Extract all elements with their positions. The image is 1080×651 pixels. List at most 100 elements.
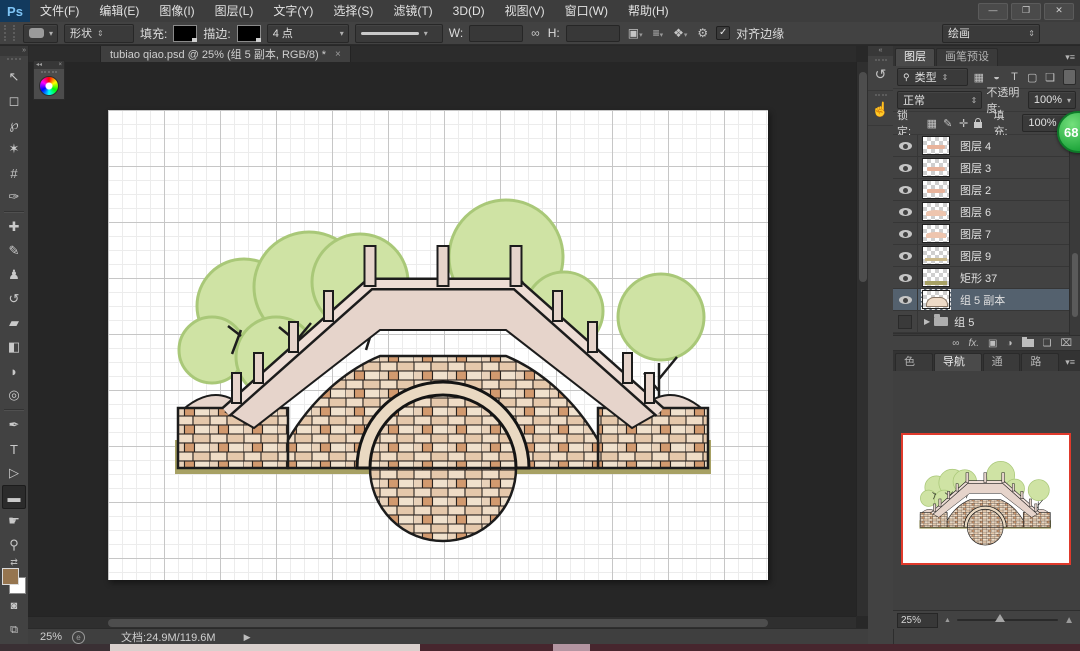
tab-brush-presets[interactable]: 画笔预设 xyxy=(936,48,998,66)
layer-name[interactable]: 图层 6 xyxy=(960,204,991,220)
layer-name[interactable]: 图层 7 xyxy=(960,226,991,242)
link-layers-icon[interactable]: ∞ xyxy=(952,338,959,349)
hand-panel-button[interactable]: ☝ xyxy=(868,91,893,126)
layer-style-icon[interactable]: fx. xyxy=(968,338,979,349)
layer-thumbnail[interactable] xyxy=(922,136,950,155)
eraser-tool[interactable]: ▰ xyxy=(2,311,26,335)
layer-thumbnail[interactable] xyxy=(922,180,950,199)
panel-collapse-icon[interactable]: ◂◂ xyxy=(36,61,42,69)
visibility-toggle[interactable] xyxy=(893,245,918,266)
layer-row[interactable]: 图层 6 xyxy=(893,201,1080,223)
rectangle-tool[interactable]: ▬ xyxy=(2,485,26,509)
zoom-tool[interactable]: ⚲ xyxy=(2,533,26,557)
minimize-button[interactable]: — xyxy=(978,3,1008,20)
history-brush-tool[interactable]: ↺ xyxy=(2,287,26,311)
menu-window[interactable]: 窗口(W) xyxy=(555,0,618,22)
width-input[interactable] xyxy=(469,25,523,42)
type-tool[interactable]: T xyxy=(2,437,26,461)
layer-thumbnail[interactable] xyxy=(922,268,950,287)
layer-name[interactable]: 图层 9 xyxy=(960,248,991,264)
dock-collapse-button[interactable]: « xyxy=(868,46,893,56)
layer-thumbnail[interactable] xyxy=(922,158,950,177)
layer-row[interactable]: 图层 7 xyxy=(893,223,1080,245)
layers-scrollbar[interactable] xyxy=(1069,135,1080,335)
visibility-toggle[interactable] xyxy=(893,157,918,178)
path-arrangement-button[interactable]: ❖▾ xyxy=(671,26,689,40)
layer-name[interactable]: 组 5 xyxy=(954,314,974,330)
align-edges-checkbox[interactable]: ✓ xyxy=(716,26,730,40)
layer-name[interactable]: 图层 4 xyxy=(960,138,991,154)
layer-name[interactable]: 组 5 副本 xyxy=(960,292,1005,308)
zoom-slider-handle[interactable] xyxy=(995,614,1005,622)
layer-thumbnail[interactable] xyxy=(922,246,950,265)
filter-smart-object-icon[interactable]: ❏ xyxy=(1043,71,1057,84)
tool-mode-select[interactable]: 形状 ⇕ xyxy=(64,24,134,43)
eyedropper-tool[interactable]: ✑ xyxy=(2,185,26,209)
layer-name[interactable]: 图层 3 xyxy=(960,160,991,176)
filter-shape-icon[interactable]: ▢ xyxy=(1025,71,1039,84)
brush-tool[interactable]: ✎ xyxy=(2,239,26,263)
filter-type-icon[interactable]: T xyxy=(1008,71,1022,83)
horizontal-scroll-thumb[interactable] xyxy=(108,619,768,627)
tab-channels[interactable]: 通道 xyxy=(983,353,1021,371)
close-button[interactable]: ✕ xyxy=(1044,3,1074,20)
layer-name[interactable]: 矩形 37 xyxy=(960,270,997,286)
dodge-tool[interactable]: ◎ xyxy=(2,383,26,407)
layer-row-selected[interactable]: 组 5 副本 xyxy=(893,289,1080,311)
layer-row[interactable]: 图层 9 xyxy=(893,245,1080,267)
foreground-color-swatch[interactable] xyxy=(2,568,19,585)
visibility-toggle[interactable] xyxy=(893,135,918,156)
workspace-select[interactable]: 绘画 ⇕ xyxy=(942,24,1040,43)
new-layer-icon[interactable]: ❏ xyxy=(1043,338,1052,349)
new-group-icon[interactable] xyxy=(1022,339,1034,347)
layer-name[interactable]: 图层 2 xyxy=(960,182,991,198)
restore-button[interactable]: ❐ xyxy=(1011,3,1041,20)
layer-row[interactable]: 图层 4 xyxy=(893,135,1080,157)
layer-row[interactable]: 矩形 37 xyxy=(893,267,1080,289)
screen-mode-button[interactable]: ⧉ xyxy=(2,618,26,642)
menu-help[interactable]: 帮助(H) xyxy=(618,0,679,22)
visibility-toggle[interactable] xyxy=(893,223,918,244)
menu-select[interactable]: 选择(S) xyxy=(323,0,383,22)
status-zoom-field[interactable]: 25% xyxy=(40,631,62,643)
adjustment-layer-icon[interactable]: ◑ xyxy=(1006,338,1012,349)
stroke-width-select[interactable]: 4 点 ▾ xyxy=(267,24,349,43)
healing-brush-tool[interactable]: ✚ xyxy=(2,215,26,239)
tools-collapse-button[interactable]: » xyxy=(0,46,28,56)
filter-type-select[interactable]: ⚲ 类型 ⇕ xyxy=(897,68,968,86)
move-tool[interactable]: ↖ xyxy=(2,65,26,89)
zoom-in-icon[interactable]: ▲ xyxy=(1064,615,1074,626)
stroke-style-select[interactable]: ▾ xyxy=(355,24,443,43)
panel-menu-icon[interactable]: ▾≡ xyxy=(1060,49,1080,66)
clone-stamp-tool[interactable]: ♟ xyxy=(2,263,26,287)
opacity-select[interactable]: 100% ▾ xyxy=(1028,91,1076,109)
stroke-swatch[interactable] xyxy=(237,25,261,42)
magic-wand-tool[interactable]: ✶ xyxy=(2,137,26,161)
path-select-tool[interactable]: ▷ xyxy=(2,461,26,485)
tool-preset-picker[interactable]: ▾ xyxy=(23,24,58,43)
quick-mask-button[interactable]: ◙ xyxy=(2,594,26,618)
document-tab[interactable]: tubiao qiao.psd @ 25% (组 5 副本, RGB/8) * … xyxy=(100,46,351,62)
lock-position-icon[interactable]: ✛ xyxy=(958,117,970,130)
panel-menu-icon[interactable]: ▾≡ xyxy=(1060,354,1080,371)
visibility-toggle[interactable] xyxy=(893,289,918,310)
menu-3d[interactable]: 3D(D) xyxy=(443,0,495,22)
menu-filter[interactable]: 滤镜(T) xyxy=(383,0,442,22)
layers-scroll-thumb[interactable] xyxy=(1072,253,1078,317)
canvas[interactable] xyxy=(108,110,768,580)
ps-logo[interactable]: Ps xyxy=(0,0,30,22)
panel-close-icon[interactable]: × xyxy=(58,61,62,69)
delete-layer-icon[interactable]: ⌧ xyxy=(1060,338,1072,349)
visibility-toggle[interactable] xyxy=(893,267,918,288)
marquee-tool[interactable]: ◻ xyxy=(2,89,26,113)
close-tab-icon[interactable]: × xyxy=(335,49,341,60)
filter-pixel-icon[interactable]: ▦ xyxy=(972,71,986,84)
navigator-zoom-field[interactable]: 25% xyxy=(897,613,938,628)
filter-adjustment-icon[interactable]: ◒ xyxy=(990,71,1004,83)
path-alignment-button[interactable]: ≡▾ xyxy=(651,26,666,40)
visibility-toggle[interactable] xyxy=(893,179,918,200)
layer-thumbnail[interactable] xyxy=(922,290,950,309)
progress-handle[interactable] xyxy=(553,644,590,651)
navigator-zoom-slider[interactable] xyxy=(957,619,1058,621)
layer-row[interactable]: 图层 3 xyxy=(893,157,1080,179)
